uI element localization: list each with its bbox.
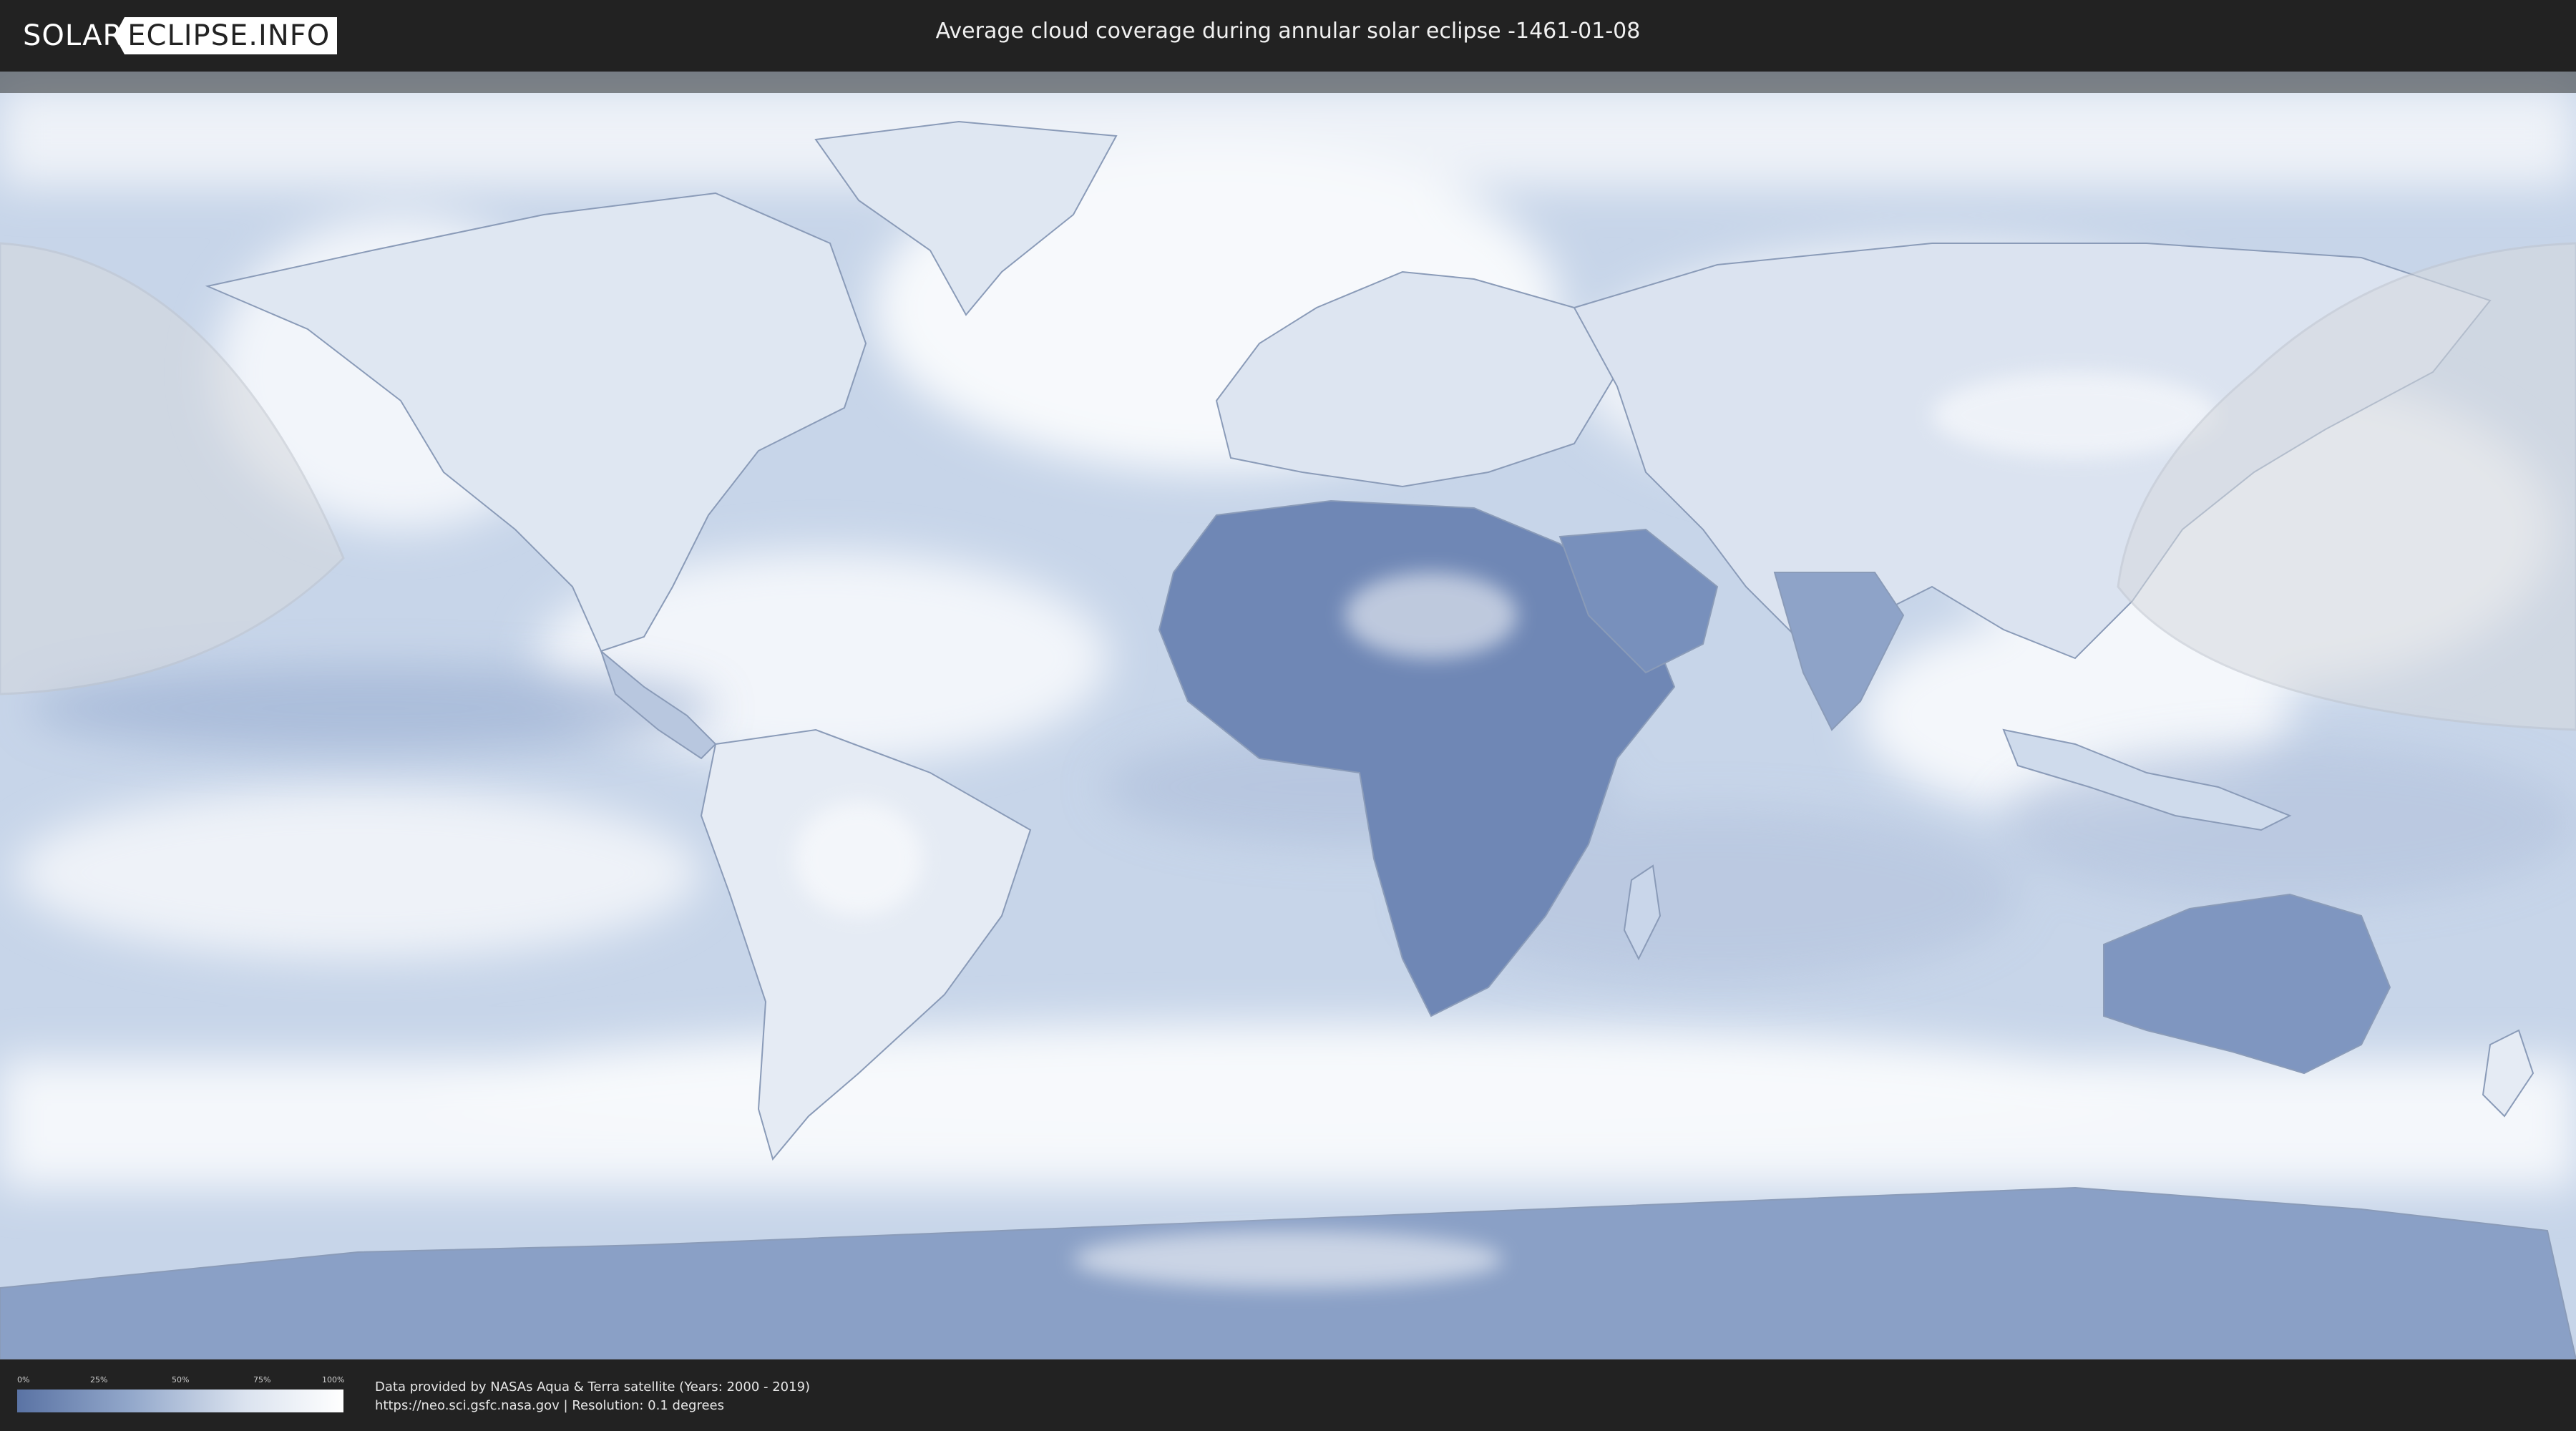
cloud-coverage-legend: 0% 25% 50% 75% 100% [17, 1375, 345, 1415]
legend-tick: 0% [17, 1375, 30, 1384]
legend-tick: 50% [172, 1375, 190, 1384]
credits-line-2: https://neo.sci.gsfc.nasa.gov | Resoluti… [375, 1398, 724, 1413]
map-svg [0, 72, 2576, 1359]
page-title: Average cloud coverage during annular so… [935, 19, 1641, 44]
legend-tick: 75% [253, 1375, 271, 1384]
legend-gradient-bar [17, 1390, 343, 1412]
footer-bar: 0% 25% 50% 75% 100% Data provided by NAS… [0, 1359, 2576, 1431]
legend-tick: 100% [322, 1375, 345, 1384]
data-credits: Data provided by NASAs Aqua & Terra sate… [375, 1378, 810, 1415]
header-bar: SOLAR ECLIPSE.INFO Average cloud coverag… [0, 0, 2576, 72]
credits-line-1: Data provided by NASAs Aqua & Terra sate… [375, 1379, 811, 1395]
map-top-edge [0, 72, 2576, 93]
cloud-coverage-map[interactable] [0, 72, 2576, 1359]
legend-ticks: 0% 25% 50% 75% 100% [17, 1375, 345, 1385]
legend-tick: 25% [90, 1375, 108, 1384]
